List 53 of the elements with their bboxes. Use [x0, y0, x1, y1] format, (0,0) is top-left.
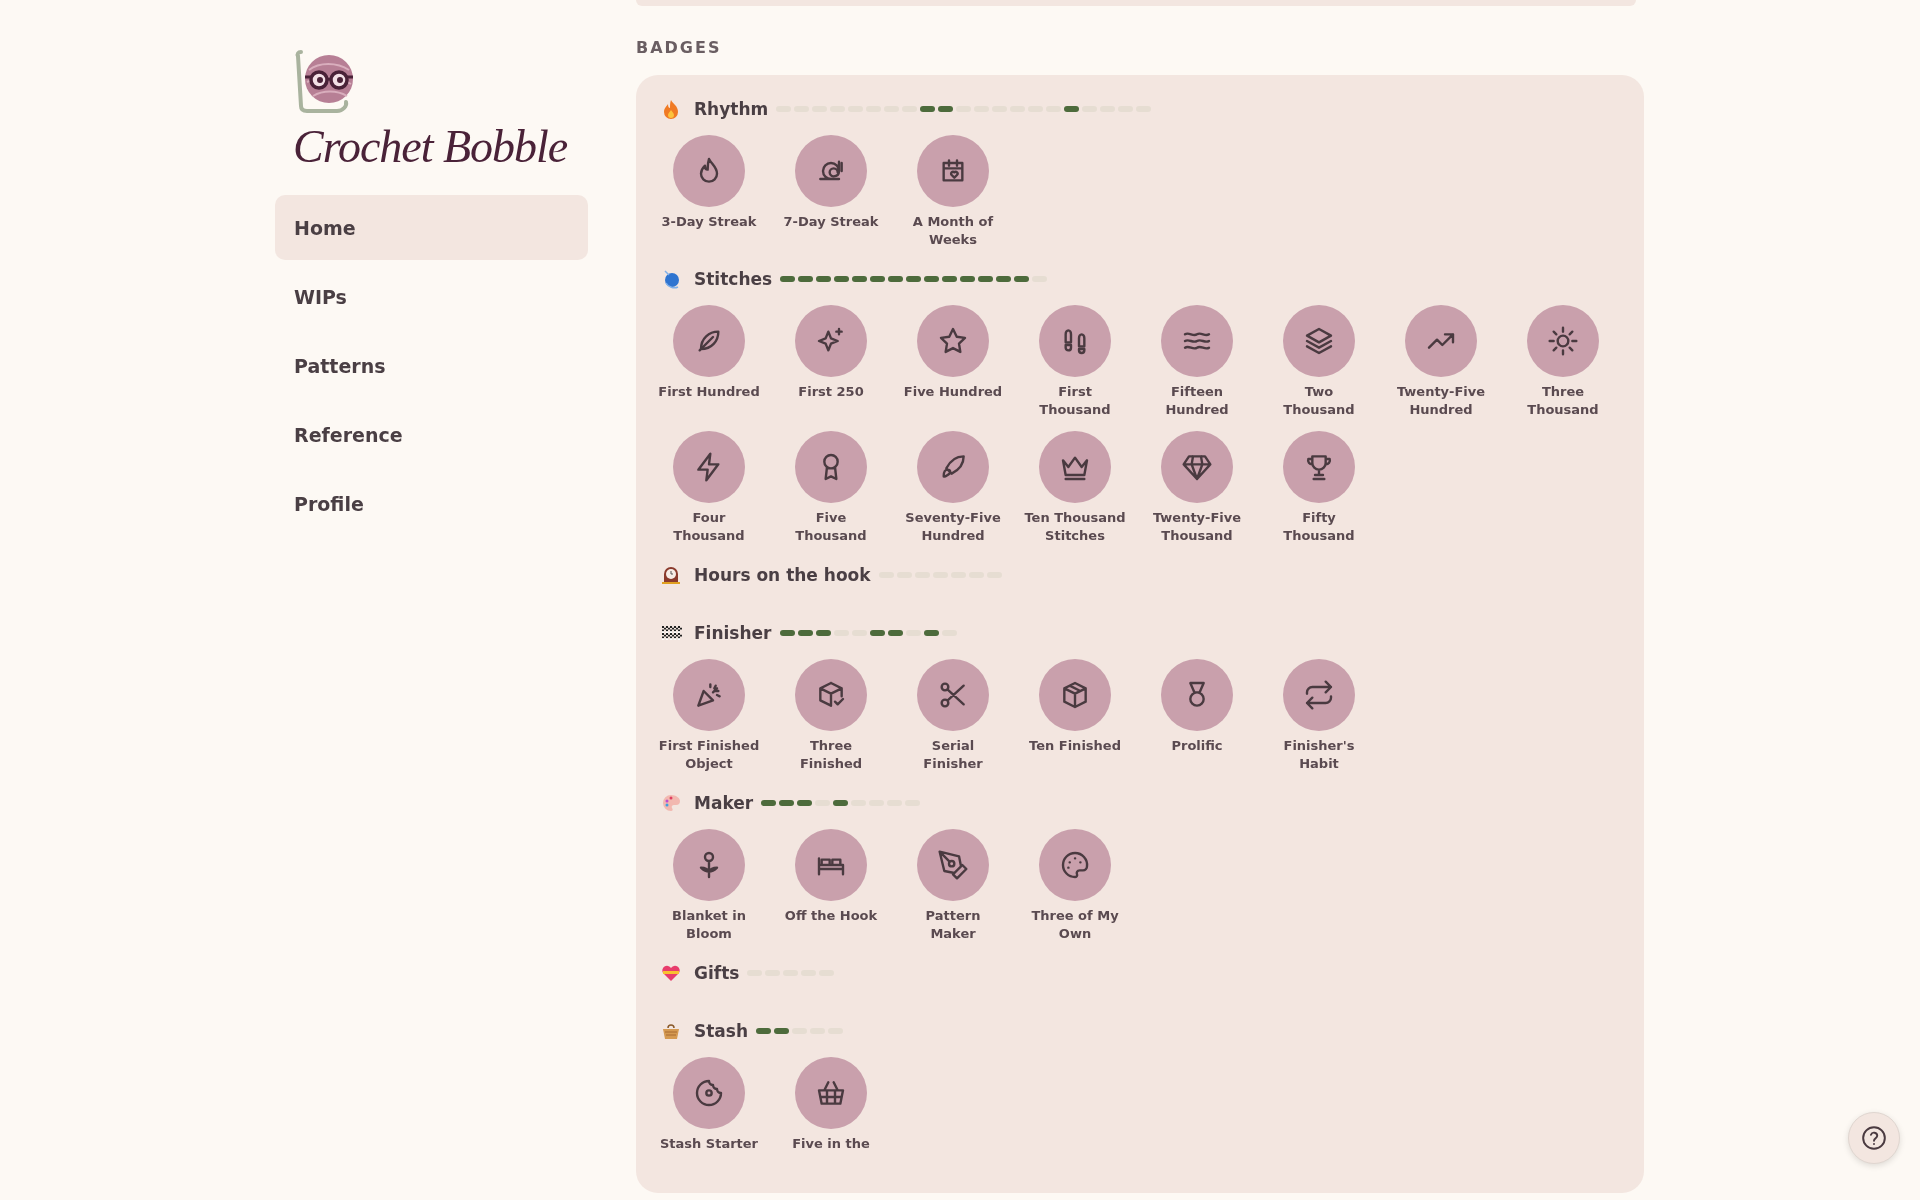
badge-label: Fifty Thousand — [1282, 509, 1356, 545]
badge-label: Seventy-Five Hundred — [904, 509, 1002, 545]
badge-label: Five in the — [792, 1135, 870, 1153]
badge-label: A Month of Weeks — [911, 213, 995, 249]
badge-label: Two Thousand — [1282, 383, 1356, 419]
badge-group-title: Stash — [694, 1021, 749, 1041]
badge-group-title: Maker — [694, 793, 754, 813]
badge-label: Blanket in Bloom — [671, 907, 747, 943]
nav-item[interactable]: Home — [275, 195, 588, 260]
badge-label: Twenty-Five Thousand — [1151, 509, 1243, 545]
nav-item[interactable]: WIPs — [275, 264, 588, 329]
nav-item[interactable]: Profile — [275, 471, 588, 536]
badge-label: Serial Finisher — [922, 737, 984, 773]
badge-label: First Hundred — [658, 383, 760, 401]
help-button[interactable] — [1848, 1112, 1900, 1164]
nav-item[interactable]: Patterns — [275, 333, 588, 398]
badge-label: Pattern Maker — [924, 907, 982, 943]
badge-label: Three Finished — [798, 737, 864, 773]
badge-group-title: Finisher — [694, 623, 772, 643]
badge-label: Three of My Own — [1030, 907, 1120, 943]
badge-label: First Thousand — [1038, 383, 1112, 419]
badge-label: Finisher's Habit — [1282, 737, 1356, 773]
mantel-clock-icon — [660, 564, 682, 586]
donut-icon — [693, 1077, 725, 1109]
repeat-icon — [1303, 679, 1335, 711]
badge-label: Prolific — [1171, 737, 1223, 755]
badge-group-title: Rhythm — [694, 99, 769, 119]
badge-group-title: Gifts — [694, 963, 740, 983]
badge-label: Stash Starter — [659, 1135, 759, 1153]
palette-icon — [1059, 849, 1091, 881]
palette-icon — [660, 792, 682, 814]
badge-label: Ten Thousand Stitches — [1023, 509, 1127, 545]
badge-group-title: Stitches — [694, 269, 773, 289]
badge-label: Off the Hook — [784, 907, 878, 925]
sun-icon — [1547, 325, 1579, 357]
help-icon — [1861, 1125, 1887, 1151]
badge-label: Fifteen Hundred — [1164, 383, 1230, 419]
badge-group-title: Hours on the hook — [694, 565, 871, 585]
brand-wordmark: Crochet Bobble — [293, 120, 568, 173]
badge-label: Five Thousand — [794, 509, 868, 545]
badge-label: First 250 — [798, 383, 864, 401]
badge-label: Five Hundred — [903, 383, 1003, 401]
section-heading: BADGES — [636, 37, 723, 59]
badge-label: 7-Day Streak — [783, 213, 879, 231]
badge-label: 3-Day Streak — [661, 213, 757, 231]
layers-icon — [1303, 325, 1335, 357]
nav-item[interactable]: Reference — [275, 402, 588, 467]
badge-label: First Finished Object — [657, 737, 761, 773]
badge-label: Ten Finished — [1029, 737, 1121, 755]
badge-label: Four Thousand — [672, 509, 746, 545]
badge-label: Three Thousand — [1526, 383, 1600, 419]
badge-label: Twenty-Five Hundred — [1395, 383, 1487, 419]
pen-nib-icon — [937, 849, 969, 881]
